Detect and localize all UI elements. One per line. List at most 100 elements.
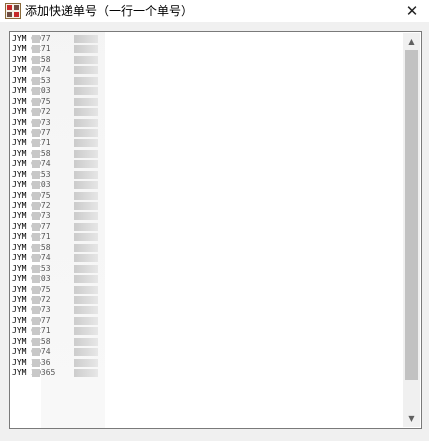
redaction-block (32, 108, 40, 117)
dialog-body: JYM 0977 JYM 0271 JYM 0258 JYM 0974 JYM 0253… (0, 22, 429, 441)
redaction-block (74, 254, 98, 263)
redaction-block (32, 316, 40, 325)
redaction-block (74, 108, 98, 117)
scroll-thumb[interactable] (405, 50, 418, 380)
title-bar: 添加快递单号（一行一个单号） ✕ (0, 0, 429, 22)
redaction-block (32, 66, 40, 75)
redaction-block (32, 358, 40, 367)
redaction-block (32, 87, 40, 96)
redaction-block (32, 160, 40, 169)
tracking-number-line: JYM 0977 (12, 222, 402, 232)
redaction-block (32, 191, 40, 200)
close-button[interactable]: ✕ (395, 0, 429, 22)
redaction-block (32, 222, 40, 231)
redaction-block (74, 118, 98, 127)
redaction-block (74, 45, 98, 54)
redaction-block (32, 233, 40, 242)
tracking-number-line: JYM 0975 (12, 97, 402, 107)
tracking-number-line: JYM 0974 (12, 347, 402, 357)
redaction-block (74, 222, 98, 231)
redaction-block (74, 358, 98, 367)
redaction-block (32, 275, 40, 284)
redaction-block (74, 191, 98, 200)
redaction-block (74, 295, 98, 304)
tracking-number-line: JYM 0974 (12, 253, 402, 263)
redaction-block (32, 254, 40, 263)
redaction-block (74, 97, 98, 106)
redaction-block (32, 202, 40, 210)
redaction-block (32, 212, 40, 221)
redaction-block (32, 76, 40, 85)
tracking-number-line: JYM 0975 (12, 191, 402, 201)
tracking-number-line: JYM 0271 (12, 232, 402, 242)
tracking-number-line: JYM 0258 (12, 149, 402, 159)
redaction-block (74, 35, 98, 43)
redaction-block (74, 285, 98, 294)
redaction-block (32, 337, 40, 346)
tracking-number-line: JYM 0253 (12, 76, 402, 86)
redaction-block (74, 139, 98, 148)
tracking-number-line: JYM 0258 (12, 337, 402, 347)
tracking-number-line: JYM 0977 (12, 34, 402, 44)
redaction-block (32, 306, 40, 315)
redaction-block (32, 181, 40, 190)
tracking-number-line: JYM 0253 (12, 264, 402, 274)
redaction-block (32, 45, 40, 54)
redaction-block (74, 76, 98, 85)
tracking-number-line: JYM 0972 (12, 295, 402, 305)
tracking-number-line: JYM 0253 (12, 170, 402, 180)
redaction-block (74, 316, 98, 325)
redaction-block (74, 306, 98, 315)
text-lines: JYM 0977 JYM 0271 JYM 0258 JYM 0974 JYM 0253… (12, 34, 402, 378)
redaction-block (74, 66, 98, 75)
tracking-number-line: JYM 0973 (12, 305, 402, 315)
redaction-block (32, 35, 40, 43)
tracking-number-line: JYM 0203 (12, 86, 402, 96)
redaction-block (32, 97, 40, 106)
tracking-numbers-textarea[interactable]: JYM 0977 JYM 0271 JYM 0258 JYM 0974 JYM 0253… (9, 31, 422, 429)
redaction-block (32, 285, 40, 294)
tracking-number-line: JYM 0975 (12, 285, 402, 295)
redaction-block (74, 369, 98, 377)
redaction-block (74, 170, 98, 179)
tracking-number-line: JYM 0973 (12, 211, 402, 221)
redaction-block (74, 348, 98, 357)
scroll-down-arrow-icon[interactable]: ▼ (403, 410, 420, 427)
redaction-block (74, 233, 98, 242)
redaction-block (74, 87, 98, 96)
redaction-block (74, 202, 98, 210)
redaction-block (74, 264, 98, 273)
tracking-number-line: JYM 0203 (12, 274, 402, 284)
redaction-block (32, 128, 40, 137)
redaction-block (32, 170, 40, 179)
redaction-block (32, 348, 40, 357)
redaction-block (74, 181, 98, 190)
redaction-block (74, 275, 98, 284)
tracking-number-line: JYM 0972 (12, 107, 402, 117)
tracking-number-line: JYM 0271 (12, 44, 402, 54)
vertical-scrollbar[interactable]: ▲ ▼ (403, 33, 420, 427)
redaction-block (74, 160, 98, 169)
redaction-block (32, 149, 40, 158)
redaction-block (74, 337, 98, 346)
tracking-number-line: JYM 0203 (12, 180, 402, 190)
redaction-block (74, 212, 98, 221)
redaction-block (32, 118, 40, 127)
tracking-number-line: JYM 0271 (12, 326, 402, 336)
tracking-number-line: JYM 0974 (12, 65, 402, 75)
redaction-block (74, 243, 98, 252)
redaction-block (32, 139, 40, 148)
redaction-block (32, 264, 40, 273)
tracking-number-line: JYM 0972 (12, 201, 402, 211)
redaction-block (74, 128, 98, 137)
redaction-block (74, 55, 98, 64)
scroll-up-arrow-icon[interactable]: ▲ (403, 33, 420, 50)
window-title: 添加快递单号（一行一个单号） (25, 4, 194, 18)
app-icon (5, 3, 21, 19)
tracking-number-line: JYM 0271 (12, 138, 402, 148)
tracking-number-line: JYM 0973 (12, 118, 402, 128)
redaction-block (32, 295, 40, 304)
tracking-number-line: JYM 0258 (12, 55, 402, 65)
tracking-number-line: JYM 2536 (12, 358, 402, 368)
redaction-block (32, 369, 40, 377)
